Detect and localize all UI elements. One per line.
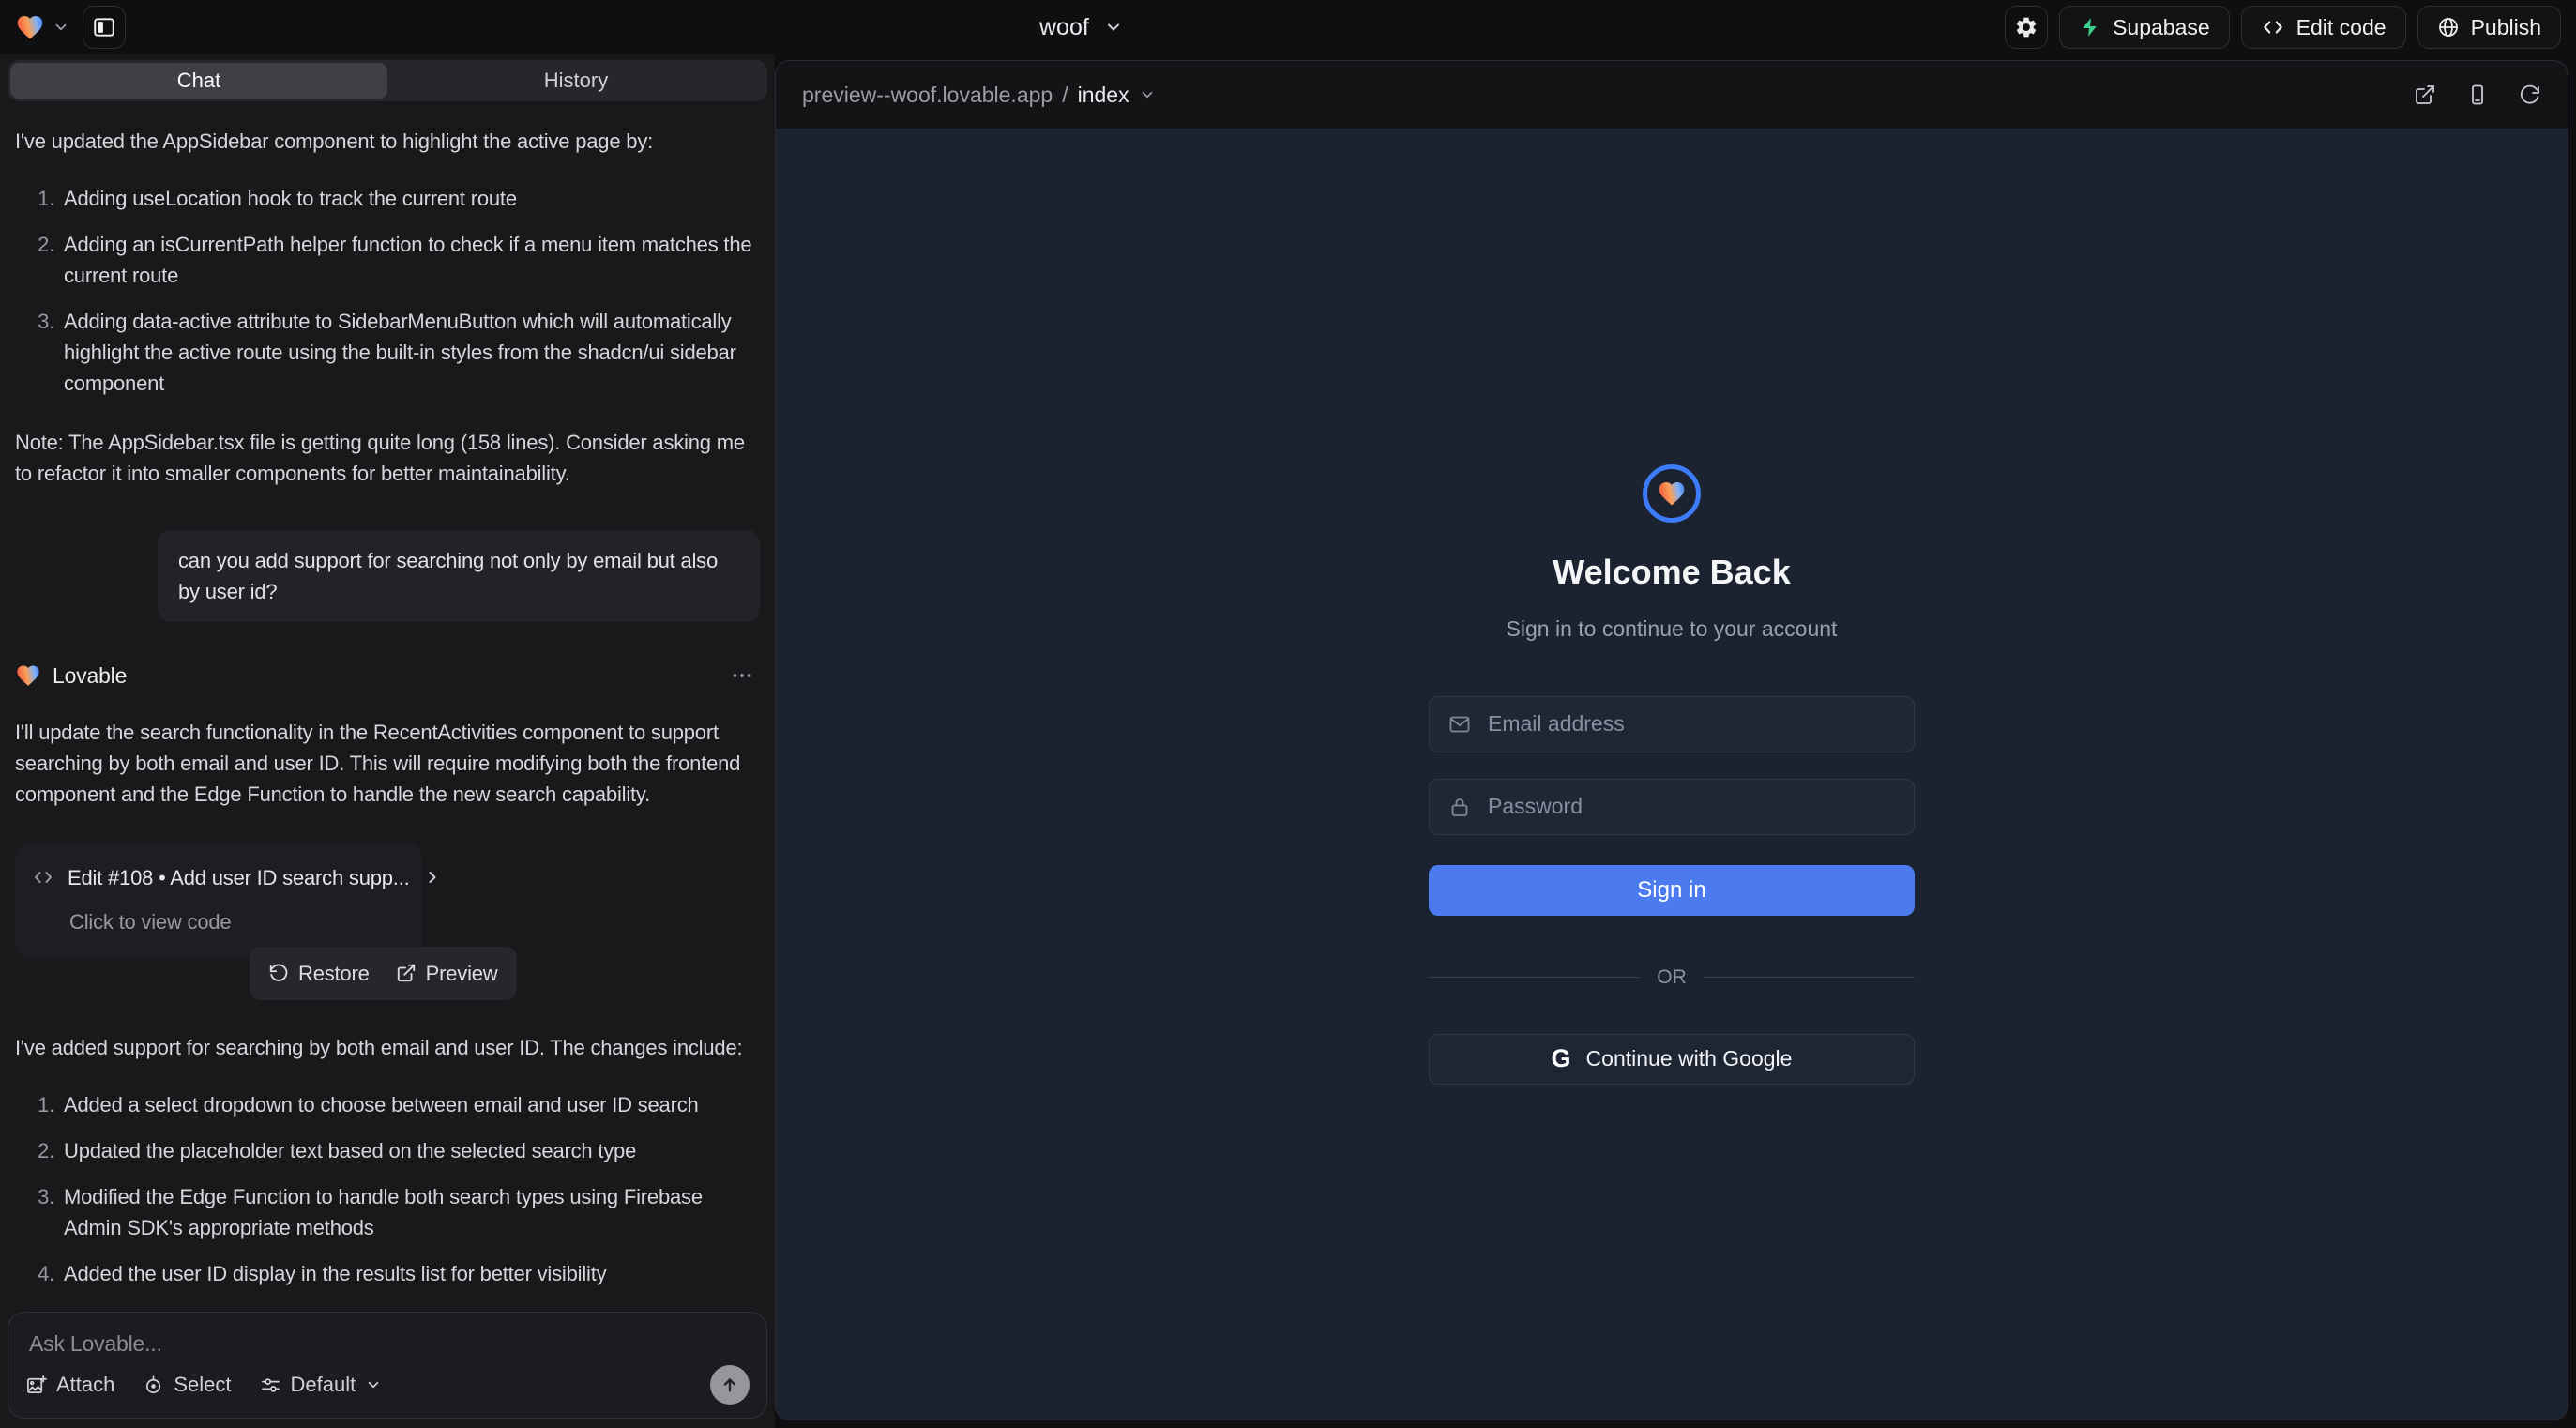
user-message-bubble: can you add support for searching not on… xyxy=(158,530,760,622)
url-separator: / xyxy=(1062,83,1068,108)
open-in-new-tab-button[interactable] xyxy=(2414,84,2436,106)
list-item: Updated the placeholder text based on th… xyxy=(60,1135,760,1166)
password-input[interactable] xyxy=(1486,793,1895,820)
list-item: Adding an isCurrentPath helper function … xyxy=(60,229,760,291)
lock-icon xyxy=(1448,796,1471,818)
email-input[interactable] xyxy=(1486,710,1895,737)
top-bar: woof Supabase Edit code xyxy=(0,0,2576,54)
publish-label: Publish xyxy=(2471,15,2541,40)
message-menu-icon[interactable] xyxy=(730,663,760,688)
email-field[interactable] xyxy=(1429,696,1915,752)
password-field[interactable] xyxy=(1429,779,1915,835)
preview-url-selector[interactable]: preview--woof.lovable.app / index xyxy=(802,83,1156,108)
edit-code-label: Edit code xyxy=(2296,15,2387,40)
gear-icon xyxy=(2014,15,2038,39)
signin-card: Welcome Back Sign in to continue to your… xyxy=(1429,464,1915,1085)
restore-label: Restore xyxy=(298,958,370,989)
signin-subtitle: Sign in to continue to your account xyxy=(1507,616,1838,642)
attach-label: Attach xyxy=(56,1373,114,1397)
globe-icon xyxy=(2437,16,2460,38)
assistant-header: Lovable xyxy=(15,660,760,692)
panel-left-icon xyxy=(92,15,116,39)
project-selector[interactable]: woof xyxy=(1039,0,1123,54)
supabase-button[interactable]: Supabase xyxy=(2059,6,2230,49)
external-link-icon xyxy=(396,963,417,983)
restore-button[interactable]: Restore xyxy=(268,958,370,989)
heart-logo-icon xyxy=(15,12,45,42)
chat-composer: Attach Select Default xyxy=(8,1312,767,1419)
settings-button[interactable] xyxy=(2005,6,2048,49)
select-label: Select xyxy=(174,1373,231,1397)
heart-logo-icon xyxy=(15,662,41,689)
google-label: Continue with Google xyxy=(1586,1046,1793,1071)
code-brackets-icon xyxy=(32,866,54,889)
tab-chat[interactable]: Chat xyxy=(10,63,387,99)
app-logo xyxy=(1643,464,1701,523)
tab-history[interactable]: History xyxy=(387,63,765,99)
assistant-message-intro: I'll update the search functionality in … xyxy=(15,717,760,810)
edit-version-card[interactable]: Edit #108 • Add user ID search supp... C… xyxy=(15,843,422,958)
assistant-message-list: Adding useLocation hook to track the cur… xyxy=(15,183,760,399)
assistant-message-intro: I've updated the AppSidebar component to… xyxy=(15,126,760,157)
code-brackets-icon xyxy=(2261,15,2285,39)
target-icon xyxy=(143,1375,164,1396)
preview-label: Preview xyxy=(426,958,498,989)
list-item: Added the user ID display in the results… xyxy=(60,1258,760,1289)
google-g-icon: G xyxy=(1552,1044,1571,1073)
or-divider: OR xyxy=(1429,966,1915,989)
list-item: Adding data-active attribute to SidebarM… xyxy=(60,306,760,399)
image-plus-icon xyxy=(25,1375,47,1396)
list-item: Modified the Edge Function to handle bot… xyxy=(60,1181,760,1243)
refresh-button[interactable] xyxy=(2519,84,2541,106)
edit-card-title: Edit #108 • Add user ID search supp... xyxy=(68,862,410,893)
send-button[interactable] xyxy=(710,1365,750,1405)
chat-messages: I've updated the AppSidebar component to… xyxy=(8,101,767,1304)
sliders-icon xyxy=(260,1375,281,1396)
restore-icon xyxy=(268,963,289,983)
preview-button[interactable]: Preview xyxy=(396,958,498,989)
assistant-message-list: Added a select dropdown to choose betwee… xyxy=(15,1089,760,1289)
chevron-down-icon xyxy=(365,1376,382,1393)
assistant-message-summary: I've added support for searching by both… xyxy=(15,1032,760,1063)
edit-card-actions: Restore Preview xyxy=(250,947,517,1000)
mode-selector[interactable]: Default xyxy=(260,1373,383,1397)
publish-button[interactable]: Publish xyxy=(2417,6,2561,49)
edit-code-button[interactable]: Edit code xyxy=(2241,6,2406,49)
mobile-view-button[interactable] xyxy=(2466,84,2489,106)
signin-title: Welcome Back xyxy=(1553,553,1790,592)
assistant-name: Lovable xyxy=(53,660,127,692)
preview-viewport: Welcome Back Sign in to continue to your… xyxy=(776,129,2568,1420)
google-sign-in-button[interactable]: G Continue with Google xyxy=(1429,1034,1915,1085)
chat-history-tabs: Chat History xyxy=(8,60,767,101)
select-button[interactable]: Select xyxy=(143,1373,231,1397)
list-item: Adding useLocation hook to track the cur… xyxy=(60,183,760,214)
assistant-message-note: Note: The AppSidebar.tsx file is getting… xyxy=(15,427,760,489)
list-item: Added a select dropdown to choose betwee… xyxy=(60,1089,760,1120)
sign-in-button[interactable]: Sign in xyxy=(1429,865,1915,916)
attach-button[interactable]: Attach xyxy=(25,1373,114,1397)
chat-input[interactable] xyxy=(25,1328,750,1365)
sidebar-toggle-button[interactable] xyxy=(83,6,126,49)
chevron-down-icon xyxy=(1139,86,1156,103)
chevron-down-icon xyxy=(53,19,69,36)
lovable-logo[interactable] xyxy=(15,12,69,42)
heart-logo-icon xyxy=(1657,479,1687,509)
project-name: woof xyxy=(1039,14,1089,41)
preview-panel: preview--woof.lovable.app / index xyxy=(775,60,2568,1420)
mode-label: Default xyxy=(291,1373,356,1397)
supabase-label: Supabase xyxy=(2113,15,2210,40)
preview-url-path: index xyxy=(1078,83,1129,108)
chat-panel: Chat History I've updated the AppSidebar… xyxy=(0,54,775,1428)
chevron-right-icon xyxy=(423,868,442,887)
chevron-down-icon xyxy=(1104,18,1123,37)
or-label: OR xyxy=(1657,966,1687,989)
preview-toolbar: preview--woof.lovable.app / index xyxy=(776,61,2568,129)
preview-url-host: preview--woof.lovable.app xyxy=(802,83,1053,108)
arrow-up-icon xyxy=(720,1375,740,1395)
mail-icon xyxy=(1448,713,1471,736)
edit-card-subtitle: Click to view code xyxy=(69,906,405,937)
supabase-bolt-icon xyxy=(2079,16,2101,38)
